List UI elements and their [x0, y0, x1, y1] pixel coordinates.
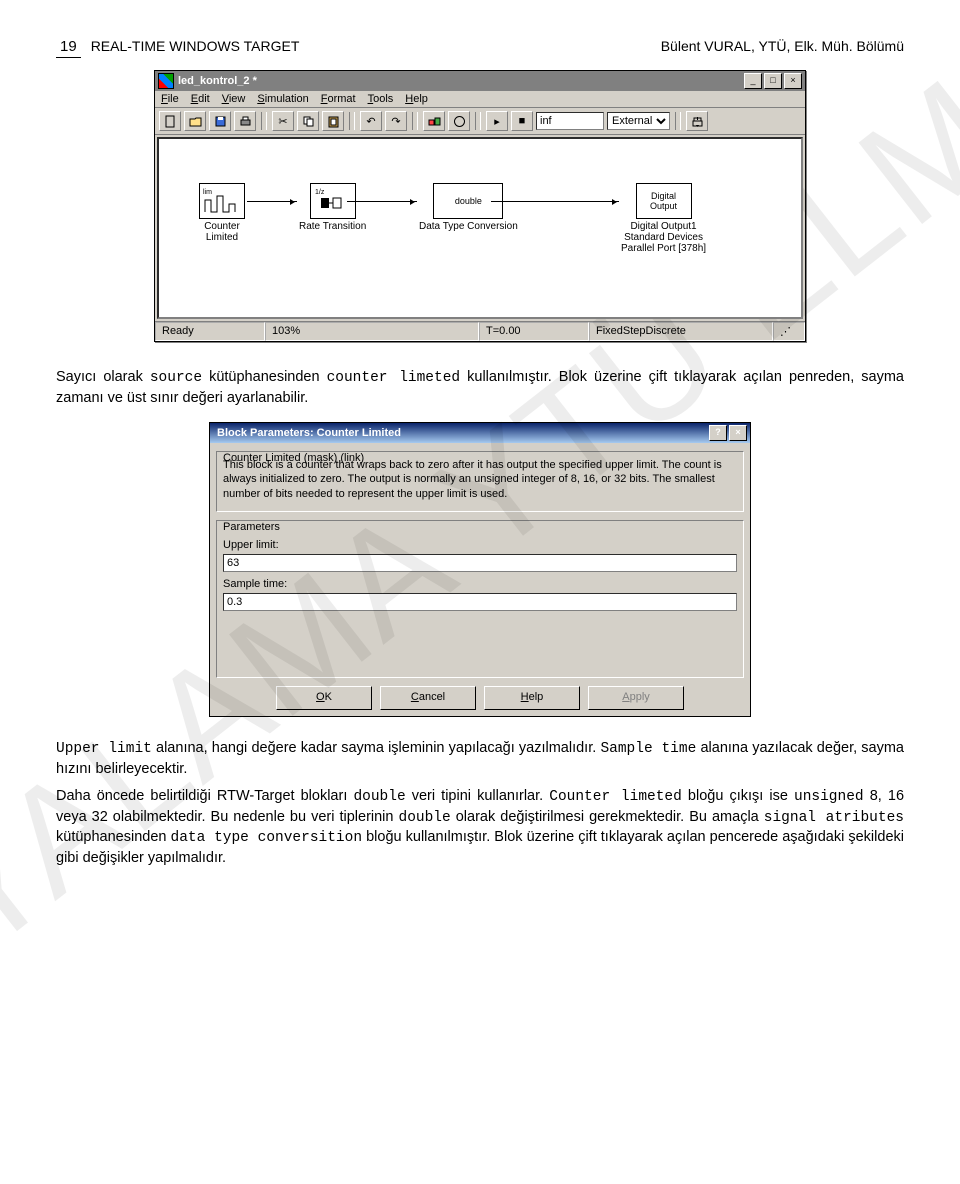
- svg-text:1/z: 1/z: [315, 189, 325, 196]
- menu-help[interactable]: Help: [405, 93, 428, 105]
- paragraph-1: Sayıcı olarak source kütüphanesinden cou…: [56, 368, 904, 408]
- sample-time-input[interactable]: [223, 593, 737, 611]
- paste-icon[interactable]: [322, 111, 344, 131]
- new-icon[interactable]: [159, 111, 181, 131]
- help-button[interactable]: ?: [709, 425, 727, 441]
- window-title: led_kontrol_2 *: [178, 75, 742, 87]
- stop-time-input[interactable]: [536, 112, 604, 130]
- paragraph-2: Upper limit alanına, hangi değere kadar …: [56, 739, 904, 779]
- dialog-title: Block Parameters: Counter Limited: [217, 427, 707, 439]
- apply-button[interactable]: Apply: [588, 686, 684, 710]
- wire: [247, 201, 297, 202]
- menu-edit[interactable]: Edit: [191, 93, 210, 105]
- open-icon[interactable]: [184, 111, 206, 131]
- menu-tools[interactable]: Tools: [368, 93, 394, 105]
- parameters-legend: Parameters: [223, 521, 280, 533]
- menu-format[interactable]: Format: [321, 93, 356, 105]
- wire: [491, 201, 619, 202]
- print-icon[interactable]: [234, 111, 256, 131]
- simulink-window: led_kontrol_2 * _ □ × File Edit View Sim…: [154, 70, 806, 342]
- statusbar: Ready 103% T=0.00 FixedStepDiscrete ⋰: [155, 321, 805, 341]
- redo-icon[interactable]: ↷: [385, 111, 407, 131]
- rate-transition-block[interactable]: 1/z Rate Transition: [299, 183, 366, 232]
- block-parameters-dialog: Block Parameters: Counter Limited ? × Co…: [209, 422, 751, 717]
- ok-button[interactable]: OK: [276, 686, 372, 710]
- close-button[interactable]: ×: [729, 425, 747, 441]
- page-header: 19 REAL-TIME WINDOWS TARGET Bülent VURAL…: [56, 38, 904, 58]
- menu-view[interactable]: View: [222, 93, 246, 105]
- matlab-icon[interactable]: [448, 111, 470, 131]
- header-title-right: Bülent VURAL, YTÜ, Elk. Müh. Bölümü: [661, 38, 904, 54]
- parameters-group: Parameters Upper limit: Sample time:: [216, 520, 744, 678]
- dialog-titlebar: Block Parameters: Counter Limited ? ×: [210, 423, 750, 443]
- cancel-button[interactable]: Cancel: [380, 686, 476, 710]
- help-button[interactable]: Help: [484, 686, 580, 710]
- menu-file[interactable]: File: [161, 93, 179, 105]
- build-icon[interactable]: [686, 111, 708, 131]
- status-solver: FixedStepDiscrete: [589, 322, 773, 341]
- datatype-conversion-block[interactable]: double Data Type Conversion: [419, 183, 518, 232]
- header-title-left: REAL-TIME WINDOWS TARGET: [91, 38, 300, 54]
- counter-limited-block[interactable]: lim Counter Limited: [199, 183, 245, 243]
- dialog-buttons: OK Cancel Help Apply: [210, 680, 750, 716]
- status-ready: Ready: [155, 322, 265, 341]
- upper-limit-label: Upper limit:: [223, 539, 737, 551]
- copy-icon[interactable]: [297, 111, 319, 131]
- digital-output-block[interactable]: Digital Output Digital Output1 Standard …: [621, 183, 706, 254]
- upper-limit-input[interactable]: [223, 554, 737, 572]
- maximize-button[interactable]: □: [764, 73, 782, 89]
- status-zoom: 103%: [265, 322, 479, 341]
- mask-group: Counter Limited (mask) (link) This block…: [216, 451, 744, 512]
- titlebar: led_kontrol_2 * _ □ ×: [155, 71, 805, 91]
- play-icon[interactable]: ▸: [486, 111, 508, 131]
- undo-icon[interactable]: ↶: [360, 111, 382, 131]
- stop-icon[interactable]: ■: [511, 111, 533, 131]
- sample-time-label: Sample time:: [223, 578, 737, 590]
- paragraph-3: Daha öncede belirtildiği RTW-Target blok…: [56, 787, 904, 868]
- wire: [347, 201, 417, 202]
- simulation-mode-select[interactable]: External: [607, 112, 670, 130]
- mask-description: This block is a counter that wraps back …: [223, 458, 737, 501]
- resize-grip[interactable]: ⋰: [773, 322, 805, 341]
- minimize-button[interactable]: _: [744, 73, 762, 89]
- close-button[interactable]: ×: [784, 73, 802, 89]
- library-icon[interactable]: [423, 111, 445, 131]
- status-time: T=0.00: [479, 322, 589, 341]
- menubar: File Edit View Simulation Format Tools H…: [155, 91, 805, 108]
- toolbar: ✂ ↶ ↷ ▸ ■ External: [155, 108, 805, 135]
- menu-simulation[interactable]: Simulation: [257, 93, 308, 105]
- simulink-icon: [158, 73, 174, 89]
- cut-icon[interactable]: ✂: [272, 111, 294, 131]
- svg-text:lim: lim: [203, 189, 212, 196]
- page-number: 19: [56, 38, 81, 58]
- model-canvas[interactable]: lim Counter Limited 1/z Rate Transition …: [157, 137, 803, 319]
- save-icon[interactable]: [209, 111, 231, 131]
